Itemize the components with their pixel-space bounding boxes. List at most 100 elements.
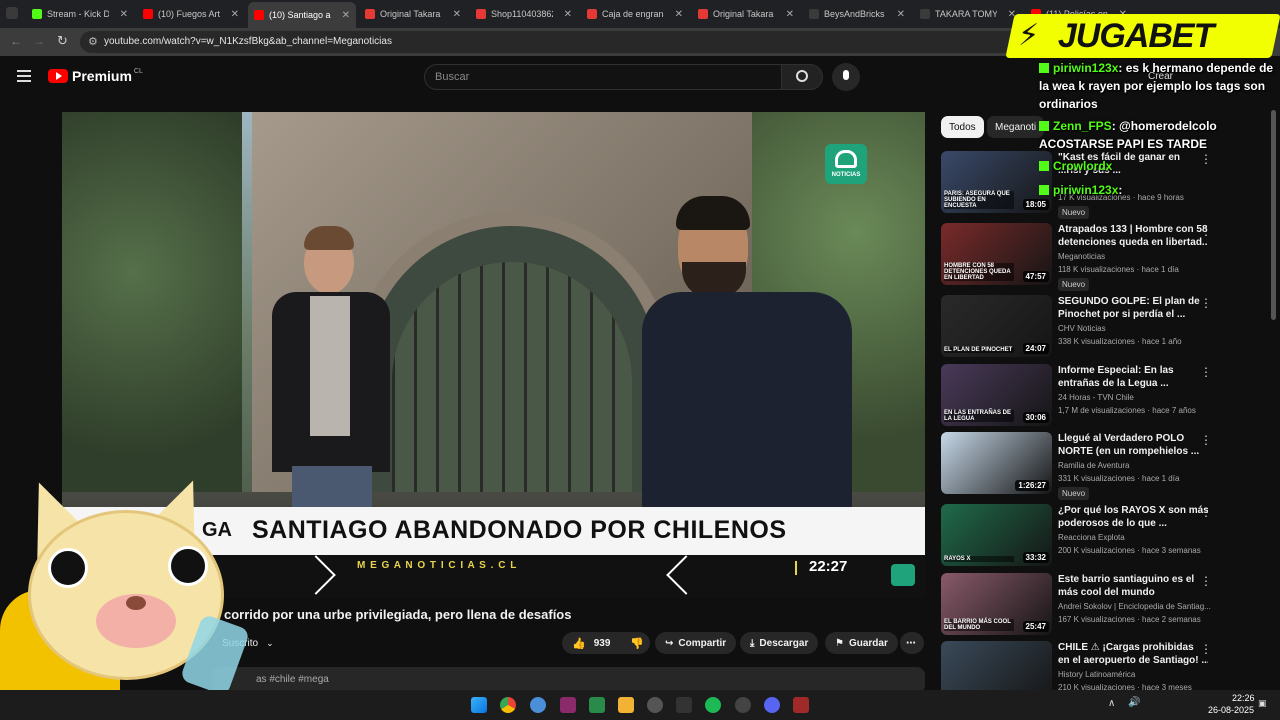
tray-overflow-icon[interactable]: ∧ (1108, 698, 1115, 709)
duration-badge: 18:05 (1022, 199, 1049, 210)
tab-close-icon[interactable]: ✕ (120, 9, 128, 20)
save-button[interactable]: ⚑ Guardar (825, 632, 898, 654)
chip-meganoticias[interactable]: Meganoti (987, 116, 1045, 138)
mega-logo-icon (835, 150, 857, 168)
logo-region: CL (133, 67, 143, 75)
thumbnail-caption: EL BARRIO MÁS COOL DEL MUNDO (944, 619, 1014, 631)
chip-all[interactable]: Todos (941, 116, 984, 138)
recommendation-title[interactable]: Este barrio santiaguino es el más cool de… (1058, 573, 1208, 599)
browser-tab[interactable]: (10) Fuegos Artifi ✕ (137, 3, 245, 25)
recommendation-thumbnail[interactable]: HOMBRE CON 58 DETENCIONES QUEDA EN LIBER… (941, 223, 1052, 285)
app-taskbar-icon-5[interactable] (735, 697, 751, 713)
duration-badge: 25:47 (1022, 621, 1049, 632)
file-explorer-icon[interactable] (618, 697, 634, 713)
app-taskbar-icon-2[interactable] (589, 697, 605, 713)
recommendation-thumbnail[interactable]: EN LAS ENTRAÑAS DE LA LEGUA 30:06 (941, 364, 1052, 426)
volume-icon[interactable]: 🔊 (1128, 697, 1140, 708)
like-button[interactable]: 👍 939 👎 (562, 632, 650, 654)
app-taskbar-icon-4[interactable] (676, 697, 692, 713)
recommendation-channel[interactable]: Meganoticias (1058, 252, 1105, 261)
search-input[interactable]: Buscar (424, 64, 782, 90)
streamer-cat-avatar (0, 469, 251, 697)
youtube-logo[interactable]: Premium CL (48, 68, 143, 84)
share-button[interactable]: ↪ Compartir (655, 632, 737, 654)
app-taskbar-icon-3[interactable] (647, 697, 663, 713)
voice-search-button[interactable] (832, 63, 860, 91)
recommendation-channel[interactable]: 24 Horas - TVN Chile (1058, 393, 1134, 402)
more-options-icon[interactable]: ⋮ (1200, 365, 1212, 379)
trees-left (62, 112, 242, 512)
more-options-icon[interactable]: ⋮ (1200, 296, 1212, 310)
chrome-taskbar-icon[interactable] (500, 697, 516, 713)
brand-url: M E G A N O T I C I A S . C L (357, 560, 518, 571)
recommendation-channel[interactable]: CHV Noticias (1058, 324, 1106, 333)
recommendation-meta: 118 K visualizaciones · hace 1 día (1058, 265, 1179, 274)
recommendation-thumbnail[interactable]: PARIS: ASEGURA QUE SUBIENDO EN ENCUESTA 1… (941, 151, 1052, 213)
youtube-play-icon (48, 69, 68, 83)
tab-favicon-icon (476, 9, 486, 19)
recommendation-title[interactable]: ¿Por qué los RAYOS X son más poderosos de… (1058, 504, 1208, 530)
tab-close-icon[interactable]: ✕ (231, 9, 239, 20)
browser-tab[interactable]: Shop1104038626 ✕ (470, 3, 578, 25)
more-options-icon[interactable]: ⋮ (1200, 642, 1212, 656)
person-left (252, 226, 402, 536)
discord-icon[interactable] (764, 697, 780, 713)
logo-text: Premium (72, 68, 132, 84)
site-info-icon[interactable]: ⚙ (88, 35, 98, 48)
reload-icon[interactable]: ↻ (57, 33, 68, 49)
recommendation-title[interactable]: CHILE ⚠ ¡Cargas prohibidas en el aeropuer… (1058, 641, 1208, 667)
tab-close-icon[interactable]: ✕ (342, 10, 350, 21)
recommendation-thumbnail[interactable]: 1:26:27 (941, 432, 1052, 494)
more-options-icon[interactable]: ⋮ (1200, 433, 1212, 447)
tab-close-icon[interactable]: ✕ (453, 9, 461, 20)
more-options-icon[interactable]: ⋮ (1200, 505, 1212, 519)
start-menu-icon[interactable] (471, 697, 487, 713)
more-actions-button[interactable]: ⋯ (900, 632, 924, 654)
tab-close-icon[interactable]: ✕ (786, 9, 794, 20)
browser-tab[interactable]: Caja de engranaje ✕ (581, 3, 689, 25)
tray-date[interactable]: 26-08-2025 (1208, 705, 1254, 715)
recommendation-channel[interactable]: Ramilia de Aventura (1058, 461, 1129, 470)
browser-tab[interactable]: Original Takara To ✕ (692, 3, 800, 25)
chat-message: piriwin123x: (1039, 181, 1275, 199)
recommendation-thumbnail[interactable]: EL PLAN DE PINOCHET 24:07 (941, 295, 1052, 357)
omnibox[interactable]: ⚙ youtube.com/watch?v=w_N1KzsfBkg&ab_cha… (80, 31, 1020, 53)
spotify-icon[interactable] (705, 697, 721, 713)
edge-taskbar-icon[interactable] (530, 697, 546, 713)
back-icon[interactable]: ← (10, 34, 22, 48)
app-taskbar-icon-6[interactable] (793, 697, 809, 713)
tab-search-icon[interactable] (6, 7, 18, 19)
browser-tab[interactable]: BeysAndBricks ✕ (803, 3, 911, 25)
search-button[interactable] (781, 64, 823, 90)
tab-close-icon[interactable]: ✕ (564, 9, 572, 20)
recommendation-title[interactable]: Informe Especial: En las entrañas de la L… (1058, 364, 1208, 390)
forward-icon[interactable]: → (33, 34, 45, 48)
recommendation-channel[interactable]: Reacciona Explota (1058, 533, 1125, 542)
mega-strip-logo (891, 564, 915, 586)
tray-clock[interactable]: 22:26 (1232, 693, 1255, 703)
recommendation-thumbnail[interactable]: RAYOS X 33:32 (941, 504, 1052, 566)
more-options-icon[interactable]: ⋮ (1200, 224, 1212, 238)
more-options-icon[interactable]: ⋮ (1200, 574, 1212, 588)
menu-icon[interactable] (17, 70, 31, 82)
recommendation-title[interactable]: Atrapados 133 | Hombre con 58 detenciones… (1058, 223, 1208, 249)
notification-icon[interactable]: ▣ (1258, 698, 1267, 709)
tab-title: (10) Fuegos Artifi (158, 9, 220, 19)
browser-tab[interactable]: Stream - Kick Das ✕ (26, 3, 134, 25)
thumbs-down-icon[interactable]: 👎 (630, 637, 644, 650)
recommendation-meta: 338 K visualizaciones · hace 1 año (1058, 337, 1182, 346)
download-button[interactable]: ⤓ Descargar (740, 632, 819, 654)
recommendation-channel[interactable]: History Latinoamérica (1058, 670, 1135, 679)
tab-close-icon[interactable]: ✕ (675, 9, 683, 20)
browser-tab[interactable]: (10) Santiago ab ✕ (248, 2, 356, 28)
tab-close-icon[interactable]: ✕ (897, 9, 905, 20)
app-taskbar-icon-1[interactable] (560, 697, 576, 713)
browser-tab[interactable]: TAKARA TOMY Be✕ (914, 3, 1022, 25)
recommendation-thumbnail[interactable]: EL BARRIO MÁS COOL DEL MUNDO 25:47 (941, 573, 1052, 635)
browser-tab[interactable]: Original Takara To ✕ (359, 3, 467, 25)
noticias-corner-logo: NOTICIAS (825, 144, 867, 184)
recommendation-channel[interactable]: Andrei Sokolov | Enciclopedia de Santiag… (1058, 602, 1211, 611)
tab-favicon-icon (920, 9, 930, 19)
recommendation-title[interactable]: Llegué al Verdadero POLO NORTE (en un rom… (1058, 432, 1208, 458)
recommendation-title[interactable]: SEGUNDO GOLPE: El plan de Pinochet por si… (1058, 295, 1208, 321)
